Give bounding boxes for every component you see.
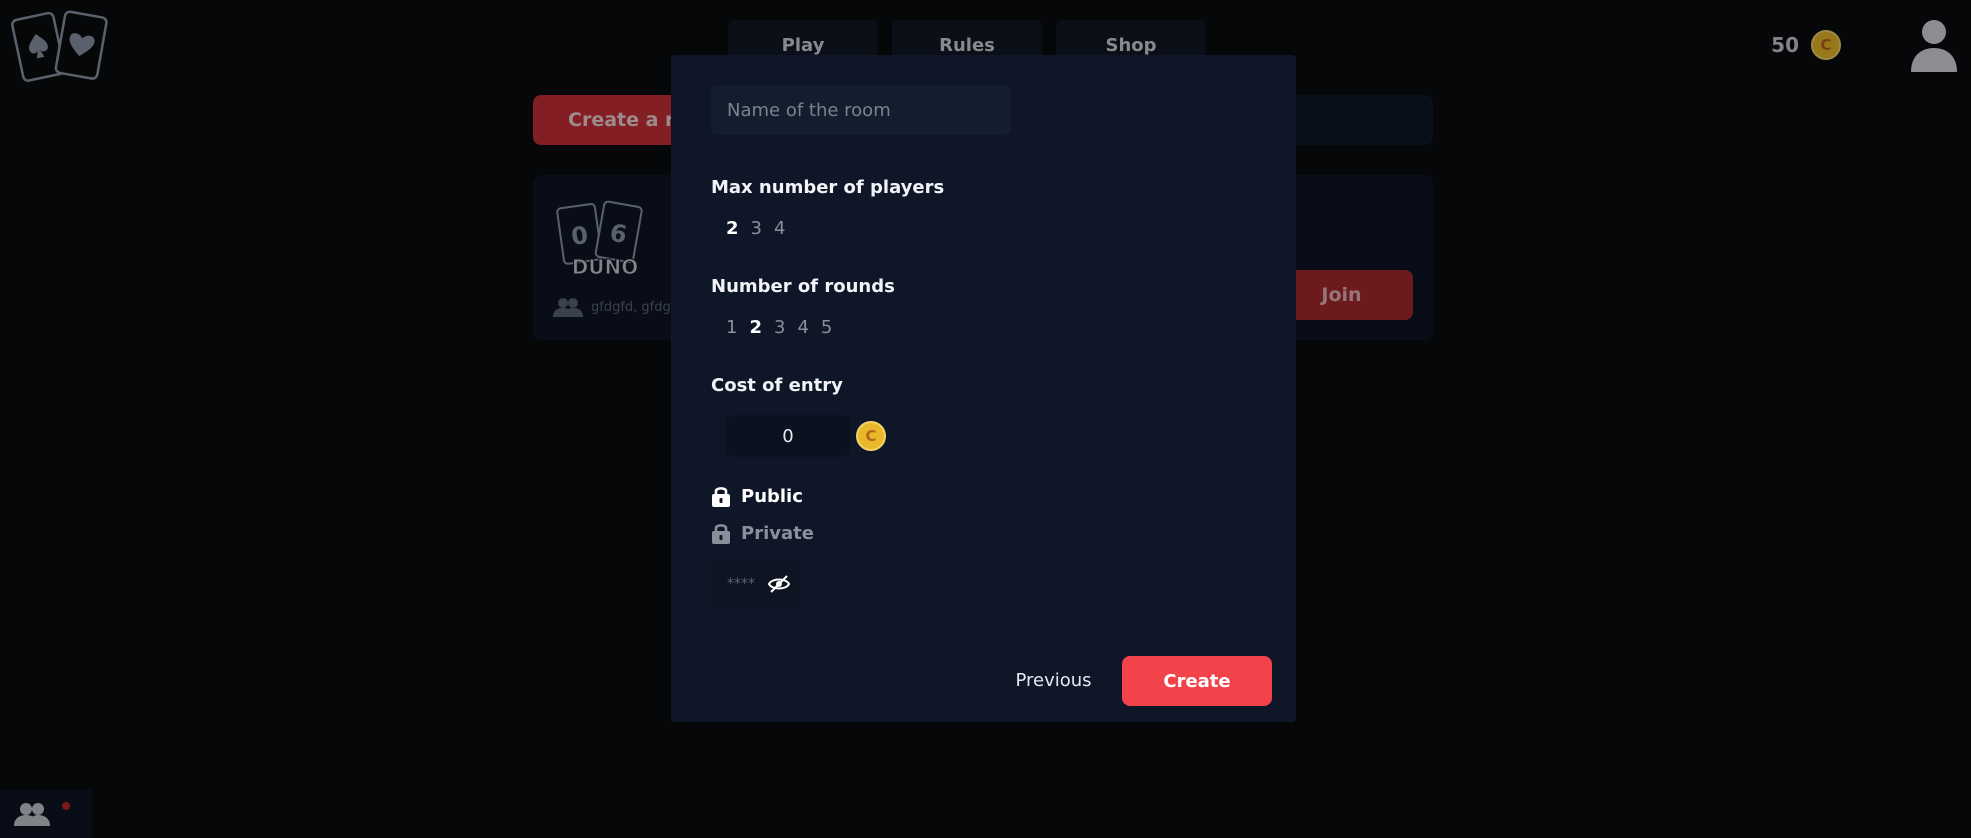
rounds-label: Number of rounds <box>711 276 895 297</box>
rounds-option-1[interactable]: 1 <box>726 317 737 338</box>
lock-icon <box>712 487 730 507</box>
coin-icon: C <box>856 421 886 451</box>
max-players-label: Max number of players <box>711 177 945 198</box>
rounds-option-4[interactable]: 4 <box>797 317 808 338</box>
rounds-options: 1 2 3 4 5 <box>726 317 832 338</box>
create-button[interactable]: Create <box>1122 656 1272 706</box>
visibility-public-option[interactable]: Public <box>711 485 803 507</box>
create-room-modal: Max number of players 2 3 4 Number of ro… <box>671 55 1296 722</box>
visibility-private-option[interactable]: Private <box>711 522 814 544</box>
max-players-option-2[interactable]: 2 <box>726 218 739 239</box>
visibility-private-label: Private <box>741 522 814 544</box>
max-players-option-3[interactable]: 3 <box>751 218 762 239</box>
rounds-option-2[interactable]: 2 <box>749 317 762 338</box>
eye-off-icon[interactable] <box>767 574 791 594</box>
visibility-public-label: Public <box>741 485 803 507</box>
previous-button[interactable]: Previous <box>991 655 1116 705</box>
room-name-input[interactable] <box>711 85 1011 135</box>
max-players-option-4[interactable]: 4 <box>774 218 785 239</box>
max-players-options: 2 3 4 <box>726 218 785 239</box>
rounds-option-5[interactable]: 5 <box>821 317 832 338</box>
lock-icon <box>712 524 730 544</box>
cost-input[interactable] <box>726 415 850 457</box>
password-field <box>711 561 801 607</box>
cost-label: Cost of entry <box>711 375 843 396</box>
password-input[interactable] <box>711 564 767 604</box>
rounds-option-3[interactable]: 3 <box>774 317 785 338</box>
